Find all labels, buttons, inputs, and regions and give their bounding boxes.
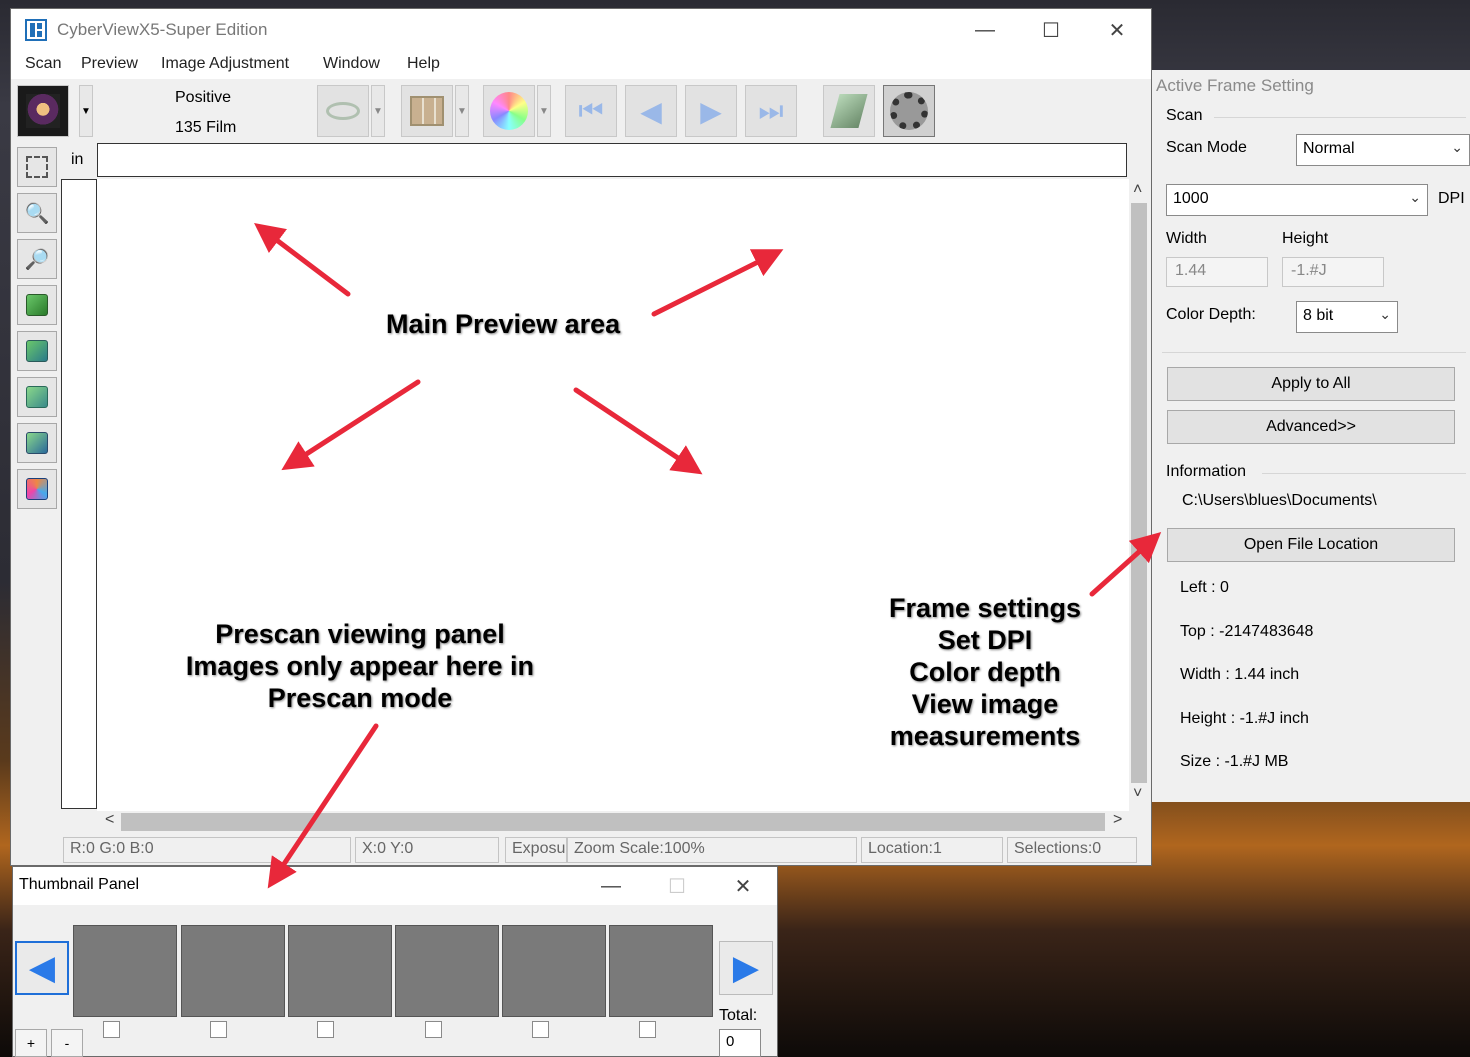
arrow-down-left: [281, 379, 421, 471]
annotation-prescan: Prescan viewing panel Images only appear…: [170, 618, 550, 714]
arrow-to-frame-settings: [1089, 531, 1162, 597]
annotation-frame-line3: Color depth: [909, 657, 1061, 687]
arrow-up-right: [651, 249, 784, 317]
annotation-frame: Frame settings Set DPI Color depth View …: [870, 592, 1100, 752]
arrow-down-right: [573, 387, 703, 475]
arrow-up-left: [254, 222, 351, 297]
annotation-frame-line4: View image: [911, 689, 1059, 719]
arrow-to-thumbnails: [267, 723, 379, 889]
annotation-prescan-line3: Prescan mode: [267, 683, 453, 713]
annotation-prescan-line2: Images only appear here in: [185, 651, 535, 681]
annotation-preview: Main Preview area: [386, 309, 621, 339]
annotation-frame-line1: Frame settings: [888, 593, 1082, 623]
annotation-prescan-line1: Prescan viewing panel: [215, 619, 505, 649]
annotation-frame-line5: measurements: [889, 721, 1081, 751]
annotation-frame-line2: Set DPI: [937, 625, 1033, 655]
annotation-arrows: [254, 222, 1162, 889]
